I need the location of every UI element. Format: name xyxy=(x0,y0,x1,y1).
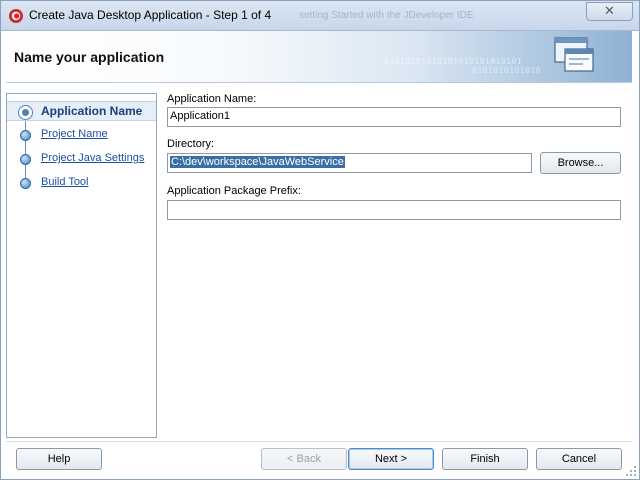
resize-grip-icon[interactable] xyxy=(625,465,637,477)
close-icon: ✕ xyxy=(604,4,615,19)
step-dot-icon xyxy=(20,130,31,141)
step-project-name[interactable]: Project Name xyxy=(7,125,156,145)
directory-value: C:\dev\workspace\JavaWebService xyxy=(170,156,345,168)
package-prefix-field[interactable] xyxy=(167,200,621,220)
step-application-name[interactable]: Application Name xyxy=(7,101,156,121)
browse-button-label: Browse... xyxy=(557,157,604,169)
step-project-java-settings[interactable]: Project Java Settings xyxy=(7,149,156,169)
step-dot-icon xyxy=(20,154,31,165)
title-bar[interactable]: Create Java Desktop Application - Step 1… xyxy=(1,1,639,31)
back-button-label: < Back xyxy=(287,453,321,465)
step-label: Project Name xyxy=(41,128,108,140)
application-name-field[interactable]: Application1 xyxy=(167,107,621,127)
finish-button[interactable]: Finish xyxy=(442,448,528,470)
header-decoration-text: 01010101010101010101010101 xyxy=(384,57,523,66)
help-button[interactable]: Help xyxy=(16,448,102,470)
app-icon xyxy=(9,9,23,23)
dialog-window: Create Java Desktop Application - Step 1… xyxy=(0,0,640,480)
footer-divider xyxy=(6,441,632,442)
close-button[interactable]: ✕ xyxy=(586,2,633,21)
step-label: Application Name xyxy=(41,104,143,118)
wizard-steps-panel: Application Name Project Name Project Ja… xyxy=(6,93,157,438)
directory-label: Directory: xyxy=(167,138,215,150)
wizard-header: Name your application 010101010101010101… xyxy=(6,31,632,83)
background-window-title: setting Started with the JDeveloper IDE xyxy=(299,10,474,21)
step-dot-icon xyxy=(20,178,31,189)
back-button[interactable]: < Back xyxy=(261,448,347,470)
window-title: Create Java Desktop Application - Step 1… xyxy=(29,8,272,22)
browse-button[interactable]: Browse... xyxy=(540,152,621,174)
help-button-label: Help xyxy=(47,453,71,465)
page-title: Name your application xyxy=(14,49,165,65)
package-prefix-label: Application Package Prefix: xyxy=(167,185,301,197)
step-label: Build Tool xyxy=(41,176,89,188)
current-step-icon xyxy=(18,105,33,120)
windows-graphic-icon xyxy=(554,37,594,72)
directory-field[interactable]: C:\dev\workspace\JavaWebService xyxy=(167,153,532,173)
finish-button-label: Finish xyxy=(470,453,500,465)
application-name-label: Application Name: xyxy=(167,93,257,105)
application-name-value: Application1 xyxy=(170,110,230,122)
next-button[interactable]: Next > xyxy=(348,448,434,470)
cancel-button[interactable]: Cancel xyxy=(536,448,622,470)
next-button-label: Next > xyxy=(374,453,408,465)
header-decoration-text-2: 0101010101010 xyxy=(472,66,542,75)
cancel-button-label: Cancel xyxy=(561,453,597,465)
step-label: Project Java Settings xyxy=(41,152,145,164)
step-build-tool[interactable]: Build Tool xyxy=(7,173,156,193)
